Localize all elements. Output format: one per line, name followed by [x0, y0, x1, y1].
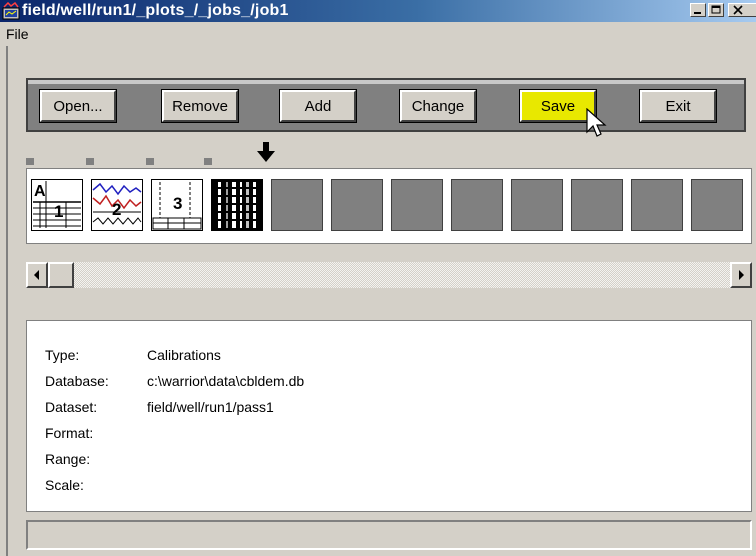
- empty-slot[interactable]: [691, 179, 743, 231]
- empty-slot[interactable]: [511, 179, 563, 231]
- empty-slot[interactable]: [331, 179, 383, 231]
- thumbnail-number: 3: [173, 194, 183, 213]
- save-button[interactable]: Save: [519, 89, 597, 123]
- open-button[interactable]: Open...: [39, 89, 117, 123]
- slot-marker: [26, 158, 34, 165]
- info-label: Type:: [45, 347, 80, 363]
- info-label: Range:: [45, 451, 91, 467]
- thumbnail-3[interactable]: 3: [151, 179, 203, 231]
- maximize-button[interactable]: [708, 3, 724, 17]
- triangle-left-icon: [34, 270, 39, 280]
- status-bar: [26, 520, 752, 550]
- info-label: Scale:: [45, 477, 84, 493]
- plot-info-panel: Type: Calibrations Database: c:\warrior\…: [26, 320, 752, 512]
- thumbnail-1[interactable]: A 1: [31, 179, 83, 231]
- remove-button[interactable]: Remove: [161, 89, 239, 123]
- insert-position-arrow-icon: [257, 142, 275, 162]
- change-button[interactable]: Change: [399, 89, 477, 123]
- scroll-right-button[interactable]: [730, 262, 752, 288]
- info-value: c:\warrior\data\cbldem.db: [147, 373, 305, 389]
- empty-slot[interactable]: [271, 179, 323, 231]
- mouse-cursor-icon: [586, 108, 607, 137]
- empty-slot[interactable]: [631, 179, 683, 231]
- info-label: Format:: [45, 425, 94, 441]
- slot-marker: [204, 158, 212, 165]
- horizontal-scrollbar[interactable]: [26, 262, 752, 288]
- exit-button[interactable]: Exit: [639, 89, 717, 123]
- slot-marker: [86, 158, 94, 165]
- menu-file[interactable]: File: [6, 26, 29, 42]
- toolbar: Open... Remove Add Change Save Exit: [26, 78, 746, 132]
- add-button[interactable]: Add: [279, 89, 357, 123]
- thumbnail-number: 2: [112, 200, 122, 219]
- image-log-icon: [212, 180, 262, 230]
- info-value: Calibrations: [147, 347, 221, 363]
- title-bar[interactable]: field/well/run1/_plots_/_jobs_/job1: [0, 0, 756, 22]
- thumbnail-number: 1: [54, 202, 64, 221]
- close-icon: [732, 5, 743, 15]
- window-left-edge: [6, 46, 8, 556]
- scroll-left-button[interactable]: [26, 262, 48, 288]
- triangle-right-icon: [739, 270, 744, 280]
- maximize-icon: [711, 5, 721, 14]
- info-value: field/well/run1/pass1: [147, 399, 274, 415]
- menu-bar: File: [0, 22, 756, 46]
- minimize-icon: [694, 12, 701, 14]
- slot-marker: [146, 158, 154, 165]
- close-button[interactable]: [728, 3, 756, 17]
- minimize-button[interactable]: [690, 3, 706, 17]
- app-icon[interactable]: [2, 1, 20, 20]
- window-title: field/well/run1/_plots_/_jobs_/job1: [22, 2, 289, 19]
- plot-thumbnail-strip: A 1 2 3: [26, 168, 752, 244]
- empty-slot[interactable]: [391, 179, 443, 231]
- info-label: Dataset:: [45, 399, 98, 415]
- scrollbar-thumb[interactable]: [48, 262, 74, 288]
- svg-text:A: A: [34, 183, 46, 200]
- info-label: Database:: [45, 373, 109, 389]
- empty-slot[interactable]: [571, 179, 623, 231]
- empty-slot[interactable]: [451, 179, 503, 231]
- thumbnail-4-selected[interactable]: [211, 179, 263, 231]
- thumbnail-2[interactable]: 2: [91, 179, 143, 231]
